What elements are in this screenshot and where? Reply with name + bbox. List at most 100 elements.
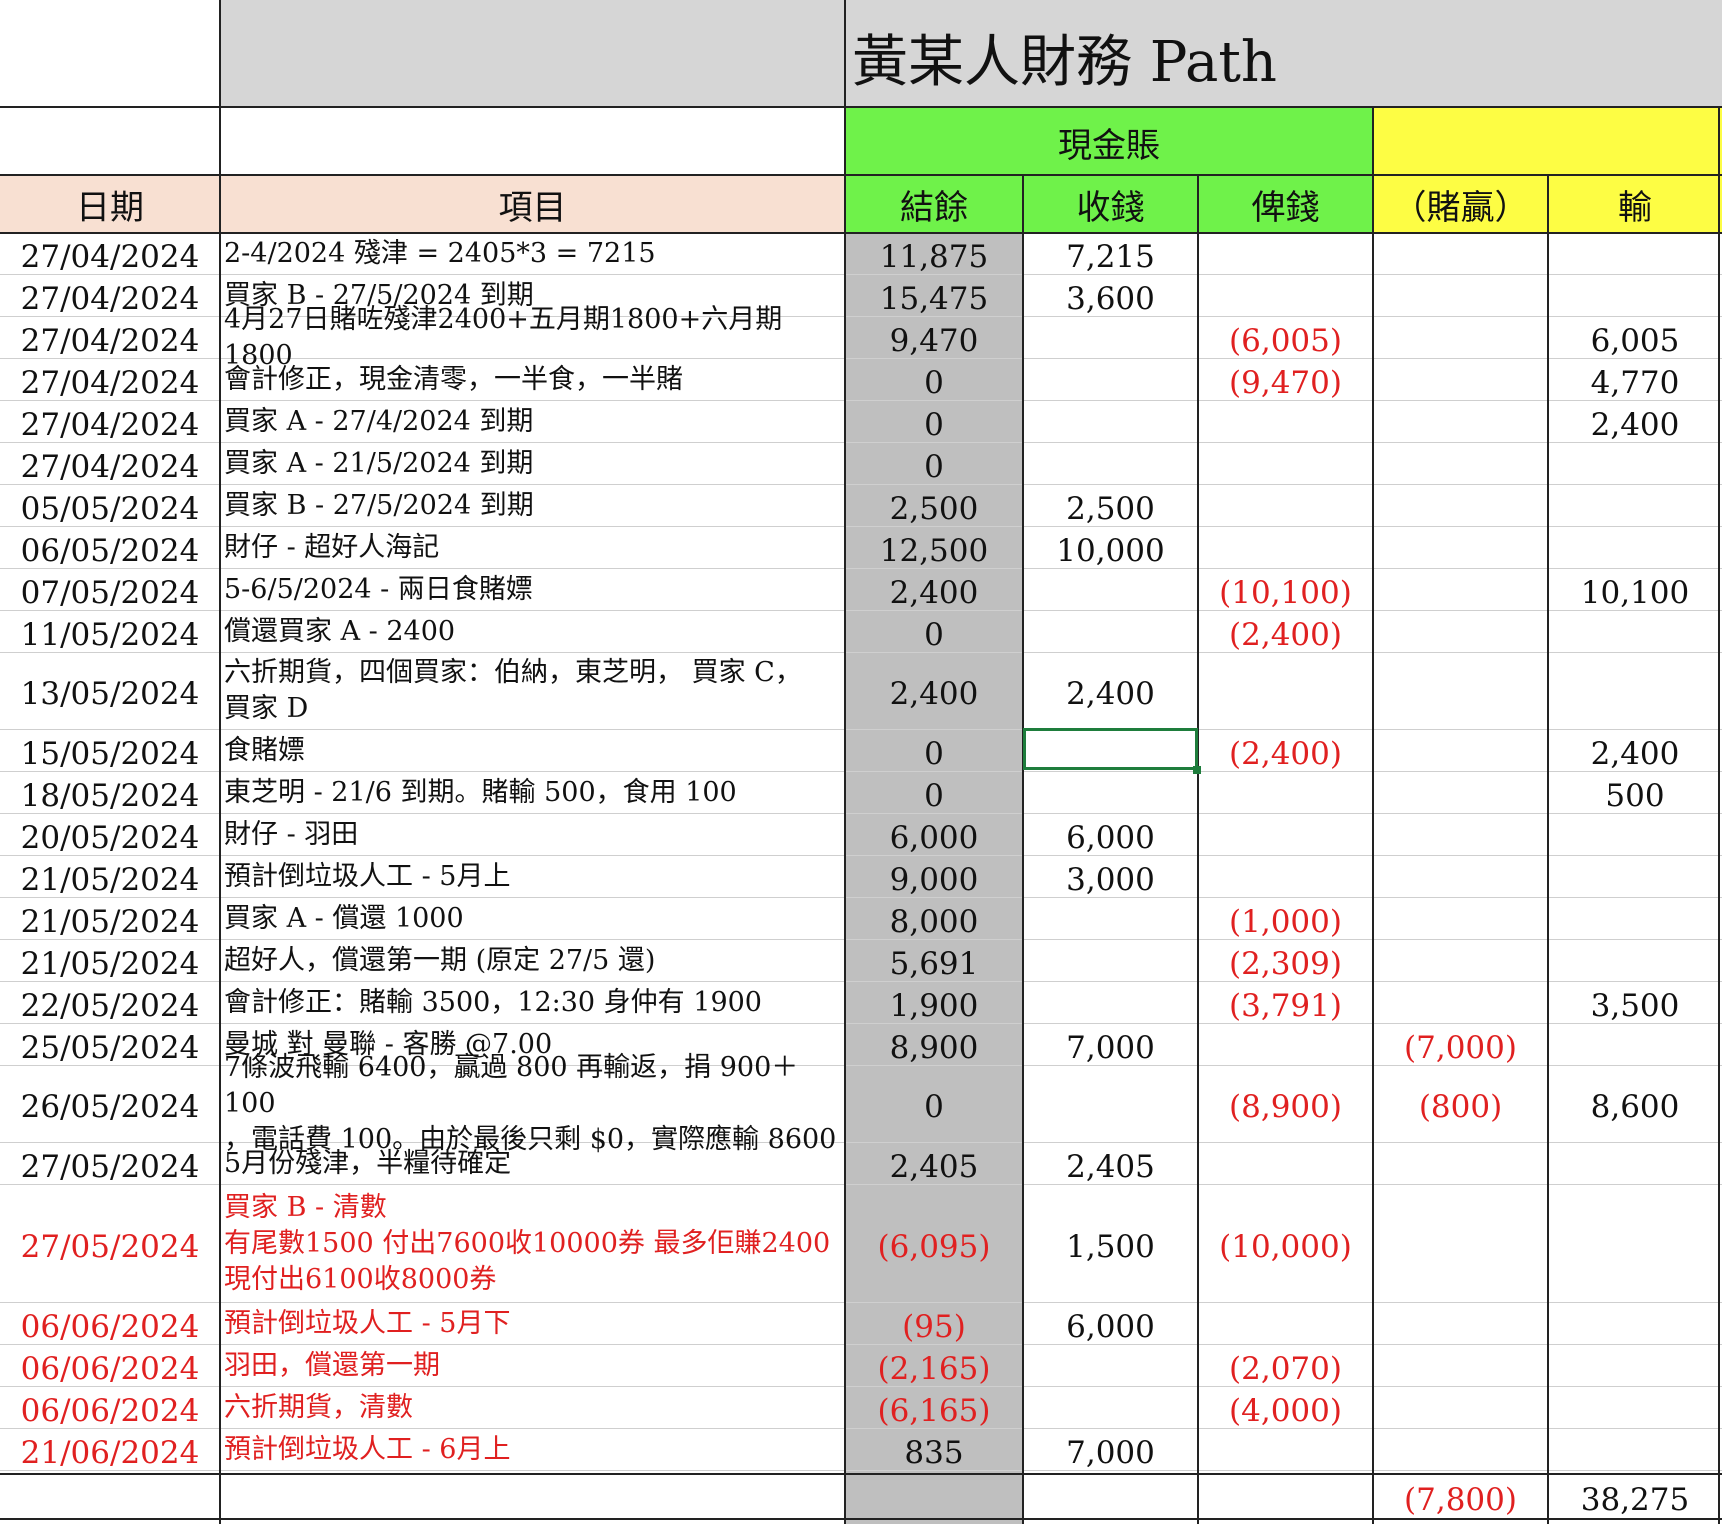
cell-date[interactable]: 11/05/2024: [0, 611, 220, 653]
cell-payout[interactable]: [1198, 233, 1373, 274]
cell-balance[interactable]: 8,000: [845, 898, 1023, 940]
cell-lose[interactable]: 2,400: [1548, 730, 1722, 772]
cell-balance[interactable]: (6,095): [845, 1185, 1023, 1302]
cell-item[interactable]: 財仔 - 超好人海記: [224, 527, 844, 568]
cell-date[interactable]: 20/05/2024: [0, 814, 220, 856]
cell-balance[interactable]: 9,000: [845, 856, 1023, 898]
cell-balance[interactable]: 0: [845, 1066, 1023, 1142]
cell-date[interactable]: 22/05/2024: [0, 982, 220, 1024]
cell-win[interactable]: [1373, 814, 1548, 855]
cell-lose[interactable]: [1548, 485, 1722, 526]
cell-win[interactable]: [1373, 1387, 1548, 1428]
cell-balance[interactable]: 0: [845, 443, 1023, 485]
cell-balance[interactable]: (2,165): [845, 1345, 1023, 1387]
cell-date[interactable]: 27/04/2024: [0, 401, 220, 443]
cell-date[interactable]: 27/04/2024: [0, 359, 220, 401]
cell-date[interactable]: 18/05/2024: [0, 772, 220, 814]
cell-balance[interactable]: 15,475: [845, 275, 1023, 317]
cell-payout[interactable]: [1198, 653, 1373, 729]
cell-win[interactable]: [1373, 856, 1548, 897]
cell-lose[interactable]: [1548, 1143, 1722, 1184]
cell-payout[interactable]: [1198, 443, 1373, 484]
cell-win[interactable]: [1373, 401, 1548, 442]
cell-income[interactable]: [1023, 569, 1198, 610]
cell-lose[interactable]: 10,100: [1548, 569, 1722, 611]
cell-win[interactable]: [1373, 1185, 1548, 1302]
cell-income[interactable]: [1023, 982, 1198, 1023]
cell-date[interactable]: 13/05/2024: [0, 653, 220, 729]
cell-income[interactable]: 1,500: [1023, 1185, 1198, 1302]
cell-item[interactable]: 買家 A - 償還 1000: [224, 898, 844, 939]
cell-balance[interactable]: (95): [845, 1303, 1023, 1345]
cell-payout[interactable]: [1198, 1143, 1373, 1184]
cell-income[interactable]: 6,000: [1023, 814, 1198, 856]
header-date[interactable]: 日期: [0, 176, 220, 233]
cell-balance[interactable]: 0: [845, 772, 1023, 814]
cell-payout[interactable]: (2,400): [1198, 730, 1373, 772]
cell-income[interactable]: [1023, 940, 1198, 981]
cell-payout[interactable]: [1198, 401, 1373, 442]
cell-date[interactable]: 06/06/2024: [0, 1345, 220, 1387]
cell-date[interactable]: 21/05/2024: [0, 898, 220, 940]
header-payout[interactable]: 俾錢: [1198, 176, 1373, 233]
cell-win[interactable]: [1373, 359, 1548, 400]
cell-date[interactable]: 27/05/2024: [0, 1143, 220, 1185]
cell-date[interactable]: 25/05/2024: [0, 1024, 220, 1066]
cell-balance[interactable]: 8,900: [845, 1024, 1023, 1066]
cell-win[interactable]: [1373, 1143, 1548, 1184]
cell-income[interactable]: 7,000: [1023, 1024, 1198, 1066]
cell-lose[interactable]: [1548, 611, 1722, 652]
cell-payout[interactable]: [1198, 485, 1373, 526]
cell-win[interactable]: [1373, 730, 1548, 771]
cell-lose[interactable]: [1548, 443, 1722, 484]
cell-payout[interactable]: (10,100): [1198, 569, 1373, 611]
cell-payout[interactable]: [1198, 772, 1373, 813]
cell-item[interactable]: 六折期貨，四個買家：伯納，東芝明， 買家 C， 買家 D: [224, 653, 844, 729]
total-win[interactable]: (7,800): [1373, 1474, 1548, 1520]
sheet-title[interactable]: 黃某人財務 Path: [852, 10, 1277, 105]
cell-payout[interactable]: [1198, 1303, 1373, 1344]
cell-item[interactable]: 5-6/5/2024 - 兩日食賭嫖: [224, 569, 844, 610]
cell-income[interactable]: 3,000: [1023, 856, 1198, 898]
cell-income[interactable]: 2,405: [1023, 1143, 1198, 1185]
cell-item[interactable]: 4月27日賭咗殘津2400+五月期1800+六月期1800: [224, 304, 844, 371]
cell-item[interactable]: 財仔 - 羽田: [224, 814, 844, 855]
cell-income[interactable]: [1023, 1387, 1198, 1428]
cell-win[interactable]: [1373, 485, 1548, 526]
cell-date[interactable]: 27/05/2024: [0, 1185, 220, 1302]
cell-item[interactable]: 羽田，償還第一期: [224, 1345, 844, 1386]
cell-item[interactable]: 六折期貨，清數: [224, 1387, 844, 1428]
cell-lose[interactable]: [1548, 940, 1722, 981]
cell-item[interactable]: 2-4/2024 殘津 = 2405*3 = 7215: [224, 233, 844, 274]
cell-income[interactable]: [1023, 443, 1198, 484]
cell-balance[interactable]: 6,000: [845, 814, 1023, 856]
cell-payout[interactable]: (8,900): [1198, 1066, 1373, 1142]
cell-balance[interactable]: 2,500: [845, 485, 1023, 527]
cell-date[interactable]: 21/06/2024: [0, 1429, 220, 1471]
header-win[interactable]: （賭贏）: [1373, 176, 1548, 233]
cell-item[interactable]: 買家 B - 清數 有尾數1500 付出7600收10000券 最多佢賺2400…: [224, 1185, 844, 1302]
cell-win[interactable]: [1373, 1429, 1548, 1470]
section-gamble-header[interactable]: [1373, 108, 1722, 176]
cell-lose[interactable]: [1548, 1429, 1722, 1470]
cell-item[interactable]: 買家 B - 27/5/2024 到期: [224, 485, 844, 526]
cell-win[interactable]: [1373, 569, 1548, 610]
header-lose[interactable]: 輸: [1548, 176, 1722, 233]
cell-item[interactable]: 預計倒垃圾人工 - 5月下: [224, 1303, 844, 1344]
cell-item[interactable]: 預計倒垃圾人工 - 6月上: [224, 1429, 844, 1470]
total-lose[interactable]: 38,275: [1548, 1474, 1722, 1520]
cell-lose[interactable]: 6,005: [1548, 317, 1722, 359]
cell-income[interactable]: 2,400: [1023, 653, 1198, 729]
cell-payout[interactable]: [1198, 1429, 1373, 1470]
cell-date[interactable]: 07/05/2024: [0, 569, 220, 611]
fill-handle[interactable]: [1193, 766, 1201, 774]
cell-balance[interactable]: 11,875: [845, 233, 1023, 275]
cell-balance[interactable]: 5,691: [845, 940, 1023, 982]
cell-win[interactable]: [1373, 443, 1548, 484]
cell-date[interactable]: 26/05/2024: [0, 1066, 220, 1142]
cell-item[interactable]: 5月份殘津，半糧待確定: [224, 1143, 844, 1184]
cell-balance[interactable]: 2,400: [845, 569, 1023, 611]
cell-income[interactable]: [1023, 359, 1198, 400]
cell-lose[interactable]: 8,600: [1548, 1066, 1722, 1142]
cell-balance[interactable]: 12,500: [845, 527, 1023, 569]
